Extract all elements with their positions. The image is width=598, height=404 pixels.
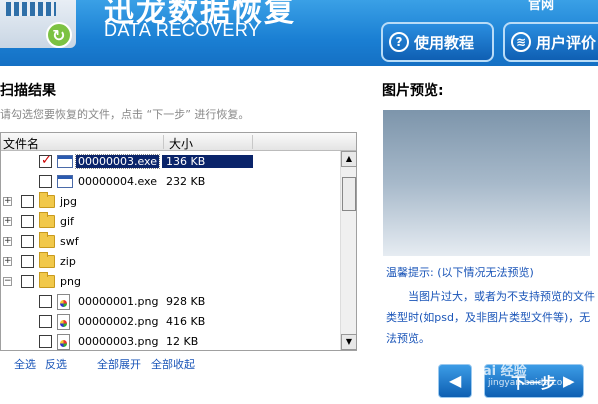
file-size: 416 KB (166, 315, 206, 328)
review-label: 用户评价 (536, 33, 597, 52)
list-header: 文件名 大小 (1, 133, 356, 151)
file-name: zip (60, 255, 76, 268)
file-size: 232 KB (166, 175, 206, 188)
exe-file-icon (57, 155, 73, 168)
row-checkbox[interactable] (21, 275, 34, 288)
file-name: 00000001.png (78, 295, 159, 308)
expand-all-link[interactable]: 全部展开 (97, 356, 141, 372)
file-row[interactable]: 00000002.png 416 KB (1, 312, 339, 332)
file-row[interactable]: 00000003.exe136 KB (1, 152, 339, 172)
file-name: 00000003.exe (75, 154, 160, 169)
expand-toggle-icon[interactable]: + (3, 197, 12, 206)
file-rows: 00000003.exe136 KB 00000004.exe 232 KB + jpg… (1, 151, 339, 350)
folder-row[interactable]: + jpg (1, 192, 339, 212)
image-file-icon (57, 334, 70, 350)
vertical-scrollbar[interactable]: ▲ ▼ (340, 151, 357, 350)
tutorial-label: 使用教程 (414, 33, 475, 52)
image-preview (383, 110, 590, 256)
expand-toggle-icon[interactable]: − (3, 277, 12, 286)
folder-icon (39, 272, 55, 288)
file-name: jpg (60, 195, 78, 208)
scroll-thumb[interactable] (342, 177, 356, 211)
folder-icon (39, 252, 55, 268)
file-name: swf (60, 235, 79, 248)
question-icon: ? (389, 32, 409, 52)
row-checkbox[interactable] (39, 153, 52, 168)
review-button[interactable]: ≋ 用户评价 (503, 22, 598, 62)
preview-title: 图片预览: (382, 83, 444, 99)
scan-results-title: 扫描结果 (0, 83, 56, 99)
row-checkbox[interactable] (21, 195, 34, 208)
tutorial-button[interactable]: ? 使用教程 (381, 22, 494, 62)
file-row[interactable]: 00000001.png 928 KB (1, 292, 339, 312)
folder-icon (39, 212, 55, 228)
brand-name-en: DATA RECOVERY (104, 20, 261, 40)
row-checkbox[interactable] (39, 335, 52, 348)
app-logo: ↻ (0, 0, 76, 48)
column-size[interactable]: 大小 (169, 135, 253, 151)
invert-selection-link[interactable]: 反选 (45, 356, 67, 372)
official-site-link[interactable]: 官网 (528, 0, 554, 13)
image-file-icon (57, 294, 70, 310)
file-size: 136 KB (162, 155, 253, 168)
file-name: png (60, 275, 81, 288)
tip-title: 温馨提示: (以下情况无法预览) (386, 266, 534, 279)
watermark-url: jingyan.baidu.com (488, 378, 572, 388)
tip-body: 当图片过大，或者为不支持预览的文件类型时(如psd，及非图片类型文件等)，无法预… (386, 290, 595, 345)
recovery-arrow-icon: ↻ (46, 22, 72, 48)
scan-description: 请勾选您要恢复的文件，点击 “下一步” 进行恢复。 (0, 108, 250, 121)
folder-row[interactable]: + swf (1, 232, 339, 252)
row-checkbox[interactable] (39, 175, 52, 188)
app-header: ↻ 迅龙数据恢复 DATA RECOVERY 官网 ? 使用教程 ≋ 用户评价 (0, 0, 598, 66)
previous-button[interactable]: ◀ (438, 364, 472, 398)
file-size: 928 KB (166, 295, 206, 308)
folder-row[interactable]: + gif (1, 212, 339, 232)
expand-toggle-icon[interactable]: + (3, 257, 12, 266)
file-name: gif (60, 215, 74, 228)
row-checkbox[interactable] (21, 215, 34, 228)
folder-row[interactable]: − png (1, 272, 339, 292)
file-list[interactable]: 文件名 大小 00000003.exe136 KB 00000004.exe 232… (0, 132, 357, 351)
row-checkbox[interactable] (39, 315, 52, 328)
collapse-all-link[interactable]: 全部收起 (151, 356, 195, 372)
file-name: 00000002.png (78, 315, 159, 328)
expand-toggle-icon[interactable]: + (3, 237, 12, 246)
row-checkbox[interactable] (21, 235, 34, 248)
review-icon: ≋ (511, 32, 531, 52)
logo-grid-icon (6, 2, 56, 16)
scroll-down-button[interactable]: ▼ (341, 334, 357, 350)
folder-icon (39, 232, 55, 248)
file-row[interactable]: 00000003.png 12 KB (1, 332, 339, 350)
watermark-logo: Bai 经验 (473, 364, 527, 379)
arrow-left-icon: ◀ (449, 371, 462, 390)
folder-row[interactable]: + zip (1, 252, 339, 272)
file-name: 00000003.png (78, 335, 159, 348)
row-checkbox[interactable] (21, 255, 34, 268)
folder-icon (39, 192, 55, 208)
select-all-link[interactable]: 全选 (14, 356, 36, 372)
image-file-icon (57, 314, 70, 330)
expand-toggle-icon[interactable]: + (3, 217, 12, 226)
scroll-up-button[interactable]: ▲ (341, 151, 357, 167)
row-checkbox[interactable] (39, 295, 52, 308)
file-name: 00000004.exe (78, 175, 157, 188)
file-size: 12 KB (166, 335, 199, 348)
column-filename[interactable]: 文件名 (1, 135, 164, 151)
file-row[interactable]: 00000004.exe 232 KB (1, 172, 339, 192)
exe-file-icon (57, 175, 73, 188)
